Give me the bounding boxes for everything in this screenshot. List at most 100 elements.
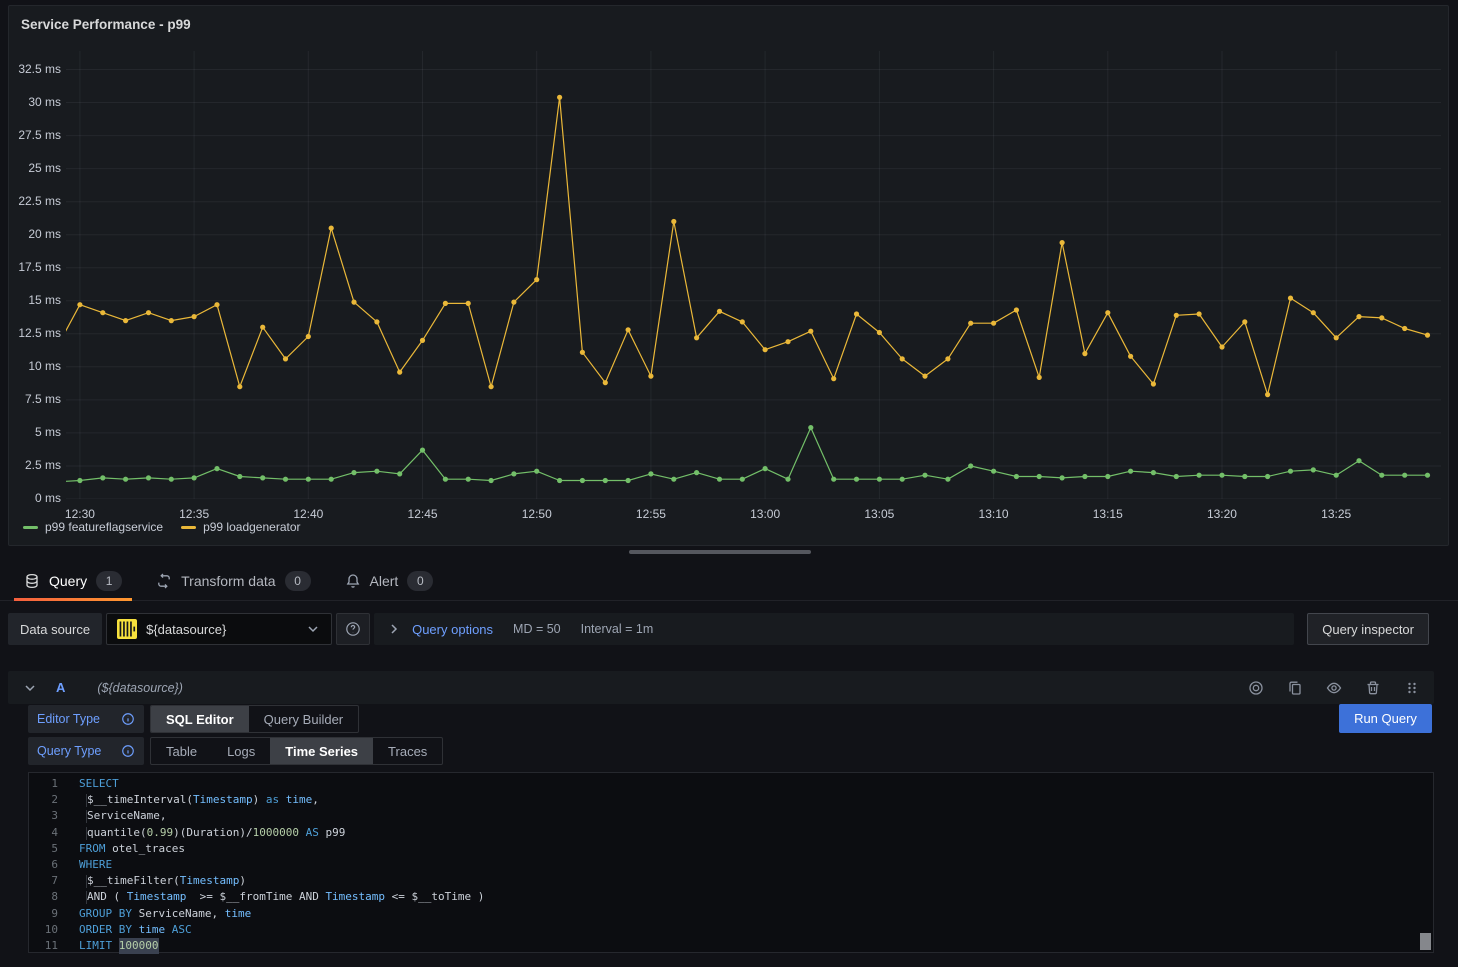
code-token: as <box>266 792 279 808</box>
datasource-help-button[interactable] <box>336 613 370 645</box>
transform-icon <box>156 573 172 589</box>
code-line: 3ServiceName, <box>29 808 1433 824</box>
code-token <box>299 825 306 841</box>
code-token <box>112 938 119 954</box>
query-action-icons <box>1248 680 1420 696</box>
sql-code-editor[interactable]: 1SELECT2$__timeInterval(Timestamp) as ti… <box>28 772 1434 953</box>
code-token: ORDER BY <box>79 922 132 938</box>
legend-series-swatch <box>181 526 196 529</box>
tab-count-badge: 0 <box>285 571 311 591</box>
x-axis-label: 12:30 <box>50 507 110 521</box>
line-number: 2 <box>29 792 58 808</box>
query-type-chip: Query Type <box>28 737 144 765</box>
tab-count-badge: 0 <box>407 571 433 591</box>
legend-item[interactable]: p99 featureflagservice <box>23 520 163 534</box>
query-type-table[interactable]: Table <box>151 738 212 764</box>
query-type-time-series[interactable]: Time Series <box>270 738 373 764</box>
code-token <box>165 922 172 938</box>
y-axis-label: 20 ms <box>9 227 61 241</box>
eye-icon[interactable] <box>1326 680 1342 696</box>
timeseries-chart[interactable] <box>66 51 1441 499</box>
info-icon[interactable] <box>121 744 135 758</box>
code-token: ) <box>253 792 266 808</box>
query-type-logs[interactable]: Logs <box>212 738 270 764</box>
tab-alert[interactable]: Alert0 <box>335 562 444 600</box>
editor-scrollbar-thumb[interactable] <box>1420 933 1431 950</box>
panel-title: Service Performance - p99 <box>21 17 191 32</box>
y-axis-label: 30 ms <box>9 95 61 109</box>
query-ref-id: A <box>56 680 65 695</box>
code-token: 1000000 <box>253 825 299 841</box>
plot-area[interactable] <box>66 51 1441 499</box>
x-axis-label: 12:45 <box>393 507 453 521</box>
editor-type-sql-editor[interactable]: SQL Editor <box>151 706 249 732</box>
code-line: 9GROUP BY ServiceName, time <box>29 906 1433 922</box>
code-token: 100000 <box>119 938 159 954</box>
y-axis-label: 32.5 ms <box>9 62 61 76</box>
legend-series-label: p99 loadgenerator <box>203 520 300 534</box>
code-token <box>132 922 139 938</box>
query-type-switch: TableLogsTime SeriesTraces <box>150 737 443 765</box>
chevron-right-icon <box>386 621 402 637</box>
y-axis-label: 5 ms <box>9 425 61 439</box>
trash-icon[interactable] <box>1365 680 1381 696</box>
line-number: 10 <box>29 922 58 938</box>
timeseries-panel: Service Performance - p99 p99 featurefla… <box>8 5 1449 546</box>
y-axis-label: 22.5 ms <box>9 194 61 208</box>
chart-legend: p99 featureflagservice p99 loadgenerator <box>23 520 301 534</box>
database-icon <box>24 573 40 589</box>
code-token: FROM <box>79 841 106 857</box>
line-number: 4 <box>29 825 58 841</box>
line-number: 3 <box>29 808 58 824</box>
code-token: 0.99 <box>147 825 174 841</box>
query-type-traces[interactable]: Traces <box>373 738 442 764</box>
y-axis-label: 27.5 ms <box>9 128 61 142</box>
code-token: ASC <box>172 922 192 938</box>
info-icon[interactable] <box>121 712 135 726</box>
tab-count-badge: 1 <box>96 571 122 591</box>
code-token: Timestamp <box>325 889 385 905</box>
datasource-picker[interactable]: ${datasource} <box>106 613 332 645</box>
x-axis-label: 12:50 <box>507 507 567 521</box>
editor-type-query-builder[interactable]: Query Builder <box>249 706 358 732</box>
code-token: ServiceName, <box>132 906 225 922</box>
record-icon[interactable] <box>1248 680 1264 696</box>
tab-label: Transform data <box>181 573 275 589</box>
drag-handle-icon[interactable] <box>1404 680 1420 696</box>
bell-icon <box>345 573 361 589</box>
editor-type-label: Editor Type <box>37 712 100 726</box>
question-icon <box>345 621 361 637</box>
code-token: $__timeInterval( <box>87 792 193 808</box>
code-line: 6WHERE <box>29 857 1433 873</box>
tab-label: Query <box>49 573 87 589</box>
line-number: 5 <box>29 841 58 857</box>
horizontal-scrollbar-thumb[interactable] <box>629 550 811 554</box>
y-axis-label: 7.5 ms <box>9 392 61 406</box>
query-options-link[interactable]: Query options <box>412 622 493 637</box>
code-token: Timestamp <box>127 889 187 905</box>
x-axis-label: 13:10 <box>964 507 1024 521</box>
code-token: time <box>139 922 166 938</box>
line-number: 11 <box>29 938 58 954</box>
query-row-header[interactable]: A (${datasource}) <box>8 671 1434 704</box>
datasource-label: Data source <box>8 613 102 645</box>
x-axis-label: 12:35 <box>164 507 224 521</box>
run-query-button[interactable]: Run Query <box>1339 704 1432 733</box>
code-token: AS <box>306 825 319 841</box>
code-line: 8AND ( Timestamp >= $__fromTime AND Time… <box>29 889 1433 905</box>
indent-guide <box>86 794 87 807</box>
indent-guide <box>86 827 87 840</box>
query-inspector-button[interactable]: Query inspector <box>1307 613 1429 645</box>
line-number: 9 <box>29 906 58 922</box>
legend-item[interactable]: p99 loadgenerator <box>181 520 300 534</box>
tab-query[interactable]: Query 1 <box>14 562 132 600</box>
tab-transform-data[interactable]: Transform data 0 <box>146 562 320 600</box>
code-token: time <box>225 906 252 922</box>
indent-guide <box>86 875 87 888</box>
code-token: , <box>312 792 319 808</box>
code-token: >= $__fromTime AND <box>186 889 325 905</box>
code-line: 5 FROM otel_traces <box>29 841 1433 857</box>
copy-icon[interactable] <box>1287 680 1303 696</box>
code-token: otel_traces <box>106 841 185 857</box>
collapse-chevron-icon[interactable] <box>22 680 38 696</box>
